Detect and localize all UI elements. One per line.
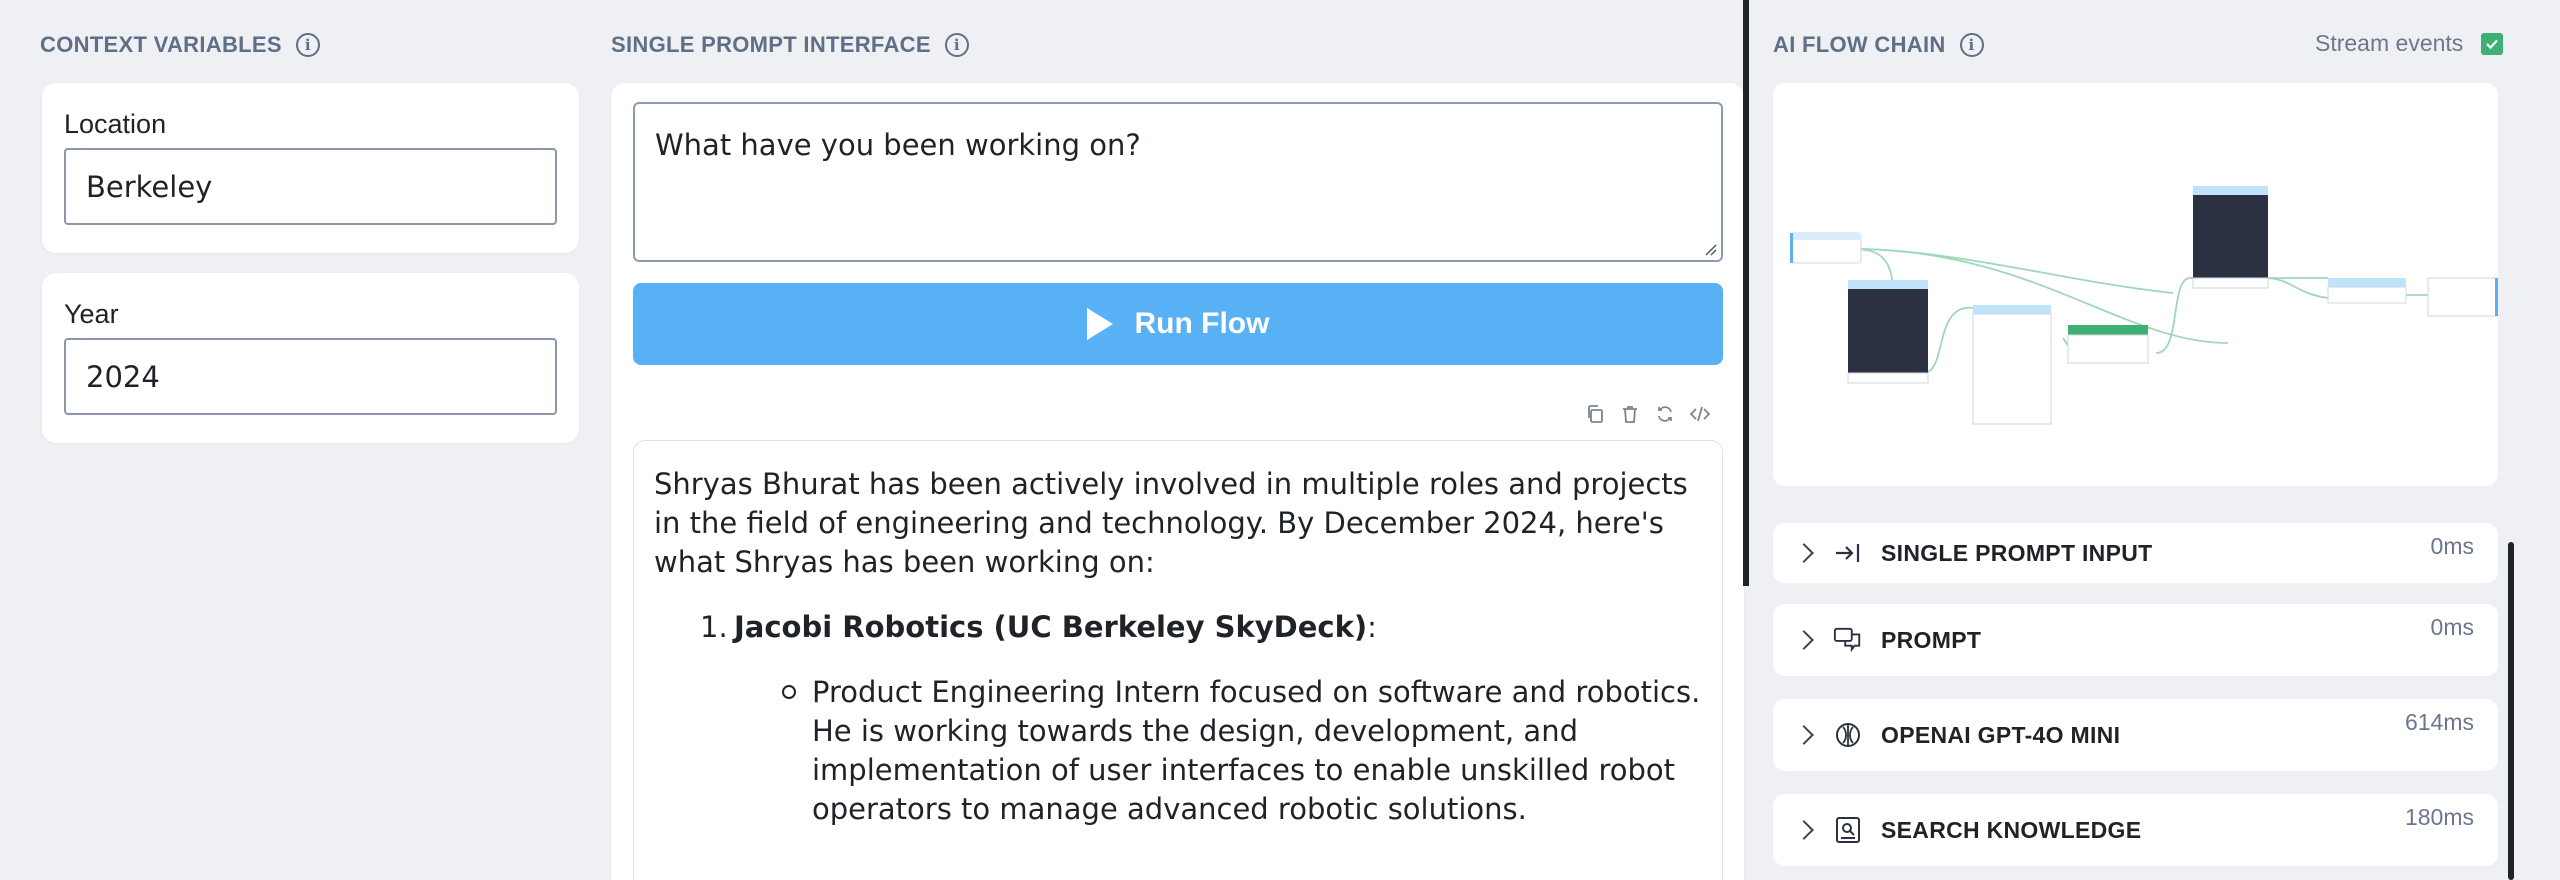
- copy-icon[interactable]: [1584, 403, 1606, 425]
- flow-graph: [1790, 186, 2498, 425]
- response-output: Shryas Bhurat has been actively involved…: [633, 440, 1723, 880]
- node-prompt-2: [2192, 186, 2269, 289]
- info-icon[interactable]: i: [295, 33, 320, 57]
- context-variables-title: CONTEXT VARIABLES i: [40, 32, 320, 58]
- bullet-text: Product Engineering Intern focused on so…: [812, 675, 1701, 826]
- check-icon: [2486, 39, 2499, 49]
- panel-divider[interactable]: [1743, 0, 1749, 586]
- code-icon[interactable]: [1689, 403, 1711, 425]
- run-flow-label: Run Flow: [1134, 307, 1270, 340]
- step-prompt[interactable]: PROMPT 0ms: [1773, 604, 2498, 676]
- resize-grip-icon[interactable]: [1703, 242, 1717, 256]
- step-time: 180ms: [2404, 804, 2474, 830]
- prompt-textarea[interactable]: What have you been working on?: [633, 102, 1723, 262]
- ai-flow-chain-title-text: AI FLOW CHAIN: [1773, 32, 1946, 57]
- step-time: 614ms: [2404, 709, 2474, 735]
- node-openai: [1972, 305, 2052, 425]
- play-icon: [1086, 308, 1113, 340]
- ai-flow-chain-title: AI FLOW CHAIN i: [1773, 32, 1984, 58]
- stream-events-toggle[interactable]: Stream events: [2315, 30, 2504, 57]
- stream-events-label: Stream events: [2315, 30, 2464, 56]
- chevron-right-icon: [1794, 725, 1814, 745]
- chevron-right-icon: [1794, 543, 1814, 563]
- run-flow-button[interactable]: Run Flow: [633, 283, 1723, 365]
- steps-scrollbar[interactable]: [2508, 542, 2514, 880]
- info-icon[interactable]: i: [944, 33, 969, 57]
- year-label: Year: [64, 299, 119, 329]
- step-single-prompt-input[interactable]: SINGLE PROMPT INPUT 0ms: [1773, 523, 2498, 583]
- step-label: OPENAI GPT-4O MINI: [1881, 721, 2121, 748]
- single-prompt-title-text: SINGLE PROMPT INTERFACE: [611, 32, 931, 57]
- context-variables-title-text: CONTEXT VARIABLES: [40, 32, 282, 57]
- step-openai-gpt[interactable]: OPENAI GPT-4O MINI 614ms: [1773, 699, 2498, 771]
- input-arrow-icon: [1833, 538, 1863, 568]
- node-single-prompt-input: [1790, 232, 1862, 264]
- step-search-knowledge[interactable]: SEARCH KNOWLEDGE 180ms: [1773, 794, 2498, 866]
- location-input[interactable]: Berkeley: [64, 148, 557, 225]
- location-card: Location Berkeley: [42, 83, 579, 253]
- location-label: Location: [64, 109, 167, 139]
- info-icon[interactable]: i: [1959, 33, 1984, 57]
- response-toolbar: [1584, 403, 1711, 425]
- openai-icon: [1833, 720, 1863, 750]
- response-list-item: 1. Jacobi Robotics (UC Berkeley SkyDeck)…: [700, 608, 1702, 647]
- refresh-icon[interactable]: [1654, 403, 1676, 425]
- step-label: SINGLE PROMPT INPUT: [1881, 539, 2153, 566]
- chevron-right-icon: [1794, 820, 1814, 840]
- node-openai-2: [2327, 278, 2407, 304]
- list-suffix: :: [1367, 610, 1377, 644]
- stream-events-checkbox[interactable]: [2481, 32, 2504, 55]
- response-bullet: Product Engineering Intern focused on so…: [782, 673, 1702, 829]
- node-search-knowledge: [2067, 325, 2149, 364]
- response-intro: Shryas Bhurat has been actively involved…: [654, 467, 1688, 579]
- single-prompt-title: SINGLE PROMPT INTERFACE i: [611, 32, 969, 58]
- prompt-text: What have you been working on?: [655, 128, 1141, 162]
- list-heading: Jacobi Robotics (UC Berkeley SkyDeck): [734, 610, 1368, 644]
- node-output: [2427, 277, 2498, 317]
- bullet-icon: [782, 685, 796, 699]
- chevron-right-icon: [1794, 630, 1814, 650]
- year-card: Year 2024: [42, 273, 579, 443]
- step-label: SEARCH KNOWLEDGE: [1881, 816, 2142, 843]
- step-time: 0ms: [2430, 533, 2474, 559]
- step-time: 0ms: [2430, 614, 2474, 640]
- knowledge-book-icon: [1833, 815, 1863, 845]
- list-number: 1.: [700, 610, 728, 644]
- node-prompt-1: [1847, 280, 1929, 384]
- step-label: PROMPT: [1881, 626, 1982, 653]
- flow-graph-canvas[interactable]: [1773, 83, 2498, 486]
- trash-icon[interactable]: [1619, 403, 1641, 425]
- chat-bubbles-icon: [1833, 625, 1863, 655]
- year-input[interactable]: 2024: [64, 338, 557, 415]
